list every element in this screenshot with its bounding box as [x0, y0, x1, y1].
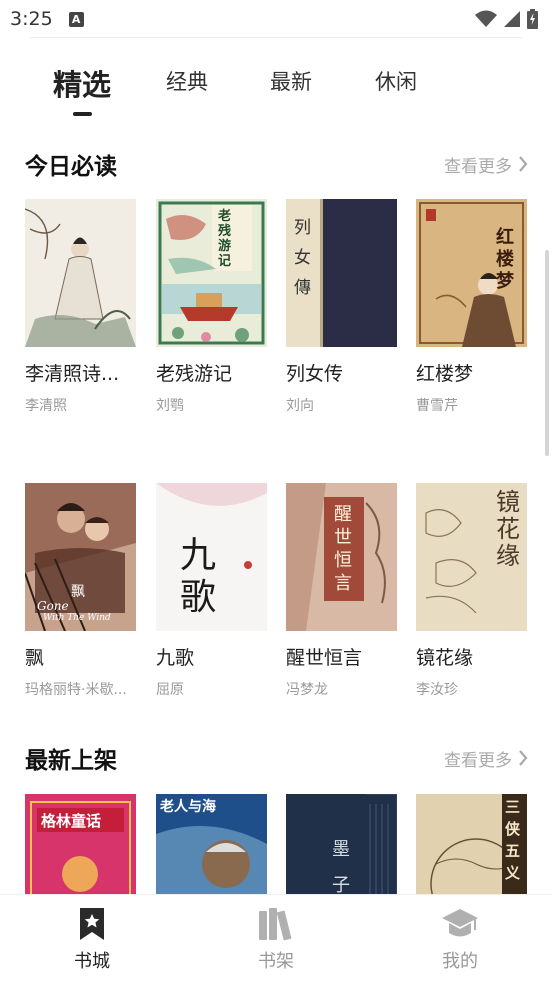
bookmark-star-icon — [80, 908, 104, 940]
book-card[interactable]: 九歌 九歌 屈原 — [156, 483, 267, 699]
book-cover: 九歌 — [156, 483, 267, 631]
graduation-cap-icon — [442, 909, 478, 937]
book-card[interactable]: 飘 Gone With The Wind 飘 玛格丽特·米歇... — [25, 483, 136, 699]
cover-text: With The Wind — [43, 613, 111, 623]
cover-text: 九歌 — [180, 535, 217, 618]
nav-bookshelf[interactable]: 书架 — [226, 907, 326, 973]
cover-text: 三侠五义 — [505, 798, 521, 882]
book-author: 刘向 — [286, 398, 314, 414]
book-title: 九歌 — [156, 647, 195, 669]
book-card[interactable]: 醒世恒言 醒世恒言 冯梦龙 — [286, 483, 397, 699]
book-title: 李清照诗... — [25, 363, 120, 385]
status-bar: 3:25 A — [0, 0, 552, 38]
more-label: 查看更多 — [444, 750, 512, 771]
book-author: 刘鹗 — [156, 398, 184, 414]
book-author: 屈原 — [156, 682, 184, 698]
more-label: 查看更多 — [444, 156, 512, 177]
book-author: 李汝珍 — [416, 682, 458, 698]
tab-newest[interactable]: 最新 — [270, 66, 312, 96]
cover-text: 列女傳 — [294, 218, 311, 298]
status-time: 3:25 — [10, 8, 53, 30]
book-cover: 老残游记 — [156, 199, 267, 347]
tab-indicator — [73, 112, 92, 116]
nav-bookstore[interactable]: 书城 — [42, 907, 142, 973]
book-title: 老残游记 — [156, 363, 233, 385]
latest-more-link[interactable]: 查看更多 — [444, 746, 528, 771]
cover-text: 飘 — [71, 584, 85, 600]
book-author: 李清照 — [25, 398, 67, 414]
section-today-header: 今日必读 查看更多 — [25, 148, 528, 180]
book-cover: 红楼梦 — [416, 199, 527, 347]
cover-text: 老残游记 — [218, 209, 232, 269]
book-cover: 飘 Gone With The Wind — [25, 483, 136, 631]
cover-text: 红楼梦 — [496, 227, 514, 292]
bottom-nav: 书城 书架 我的 — [0, 894, 552, 981]
section-latest-title: 最新上架 — [25, 748, 117, 774]
cover-text: 老人与海 — [160, 799, 216, 815]
book-card[interactable]: 红楼梦 红楼梦 曹雪芹 — [416, 199, 527, 415]
scrollbar-thumb[interactable] — [545, 250, 549, 456]
status-icons — [475, 9, 538, 29]
book-author: 曹雪芹 — [416, 398, 458, 414]
chevron-right-icon — [519, 156, 528, 172]
book-cover — [25, 199, 136, 347]
nav-profile[interactable]: 我的 — [410, 907, 510, 973]
notification-icon: A — [68, 11, 84, 27]
nav-label: 书城 — [74, 951, 110, 972]
tab-leisure[interactable]: 休闲 — [375, 66, 417, 96]
nav-label: 书架 — [258, 951, 294, 972]
book-card[interactable]: 李清照诗... 李清照 — [25, 199, 136, 415]
books-icon — [259, 908, 292, 941]
book-card[interactable]: 镜花缘 镜花缘 李汝珍 — [416, 483, 527, 699]
book-title: 红楼梦 — [416, 363, 474, 385]
wifi-icon — [475, 10, 497, 27]
cover-text: 镜花缘 — [496, 488, 520, 570]
cover-text: 醒世恒言 — [334, 504, 352, 594]
book-author: 冯梦龙 — [286, 682, 328, 698]
book-title: 飘 — [25, 647, 45, 669]
book-title: 镜花缘 — [416, 647, 474, 669]
battery-icon — [527, 9, 538, 29]
book-cover: 醒世恒言 — [286, 483, 397, 631]
cover-text: Gone — [37, 599, 69, 613]
status-divider — [30, 37, 522, 38]
book-card[interactable]: 老残游记 老残游记 刘鹗 — [156, 199, 267, 415]
cover-text: 格林童话 — [41, 812, 102, 830]
nav-label: 我的 — [442, 951, 478, 972]
signal-icon — [504, 11, 520, 27]
tab-featured[interactable]: 精选 — [53, 62, 111, 104]
book-author: 玛格丽特·米歇... — [25, 682, 127, 698]
book-card[interactable]: 列女傳 列女传 刘向 — [286, 199, 397, 415]
section-latest-header: 最新上架 查看更多 — [25, 742, 528, 774]
today-more-link[interactable]: 查看更多 — [444, 152, 528, 177]
book-title: 列女传 — [286, 363, 344, 385]
chevron-right-icon — [519, 750, 528, 766]
section-today-title: 今日必读 — [25, 154, 117, 180]
book-cover: 镜花缘 — [416, 483, 527, 631]
book-cover: 列女傳 — [286, 199, 397, 347]
category-tabs: 精选 经典 最新 休闲 — [0, 66, 552, 126]
tab-classic[interactable]: 经典 — [166, 66, 208, 96]
book-title: 醒世恒言 — [286, 647, 363, 669]
